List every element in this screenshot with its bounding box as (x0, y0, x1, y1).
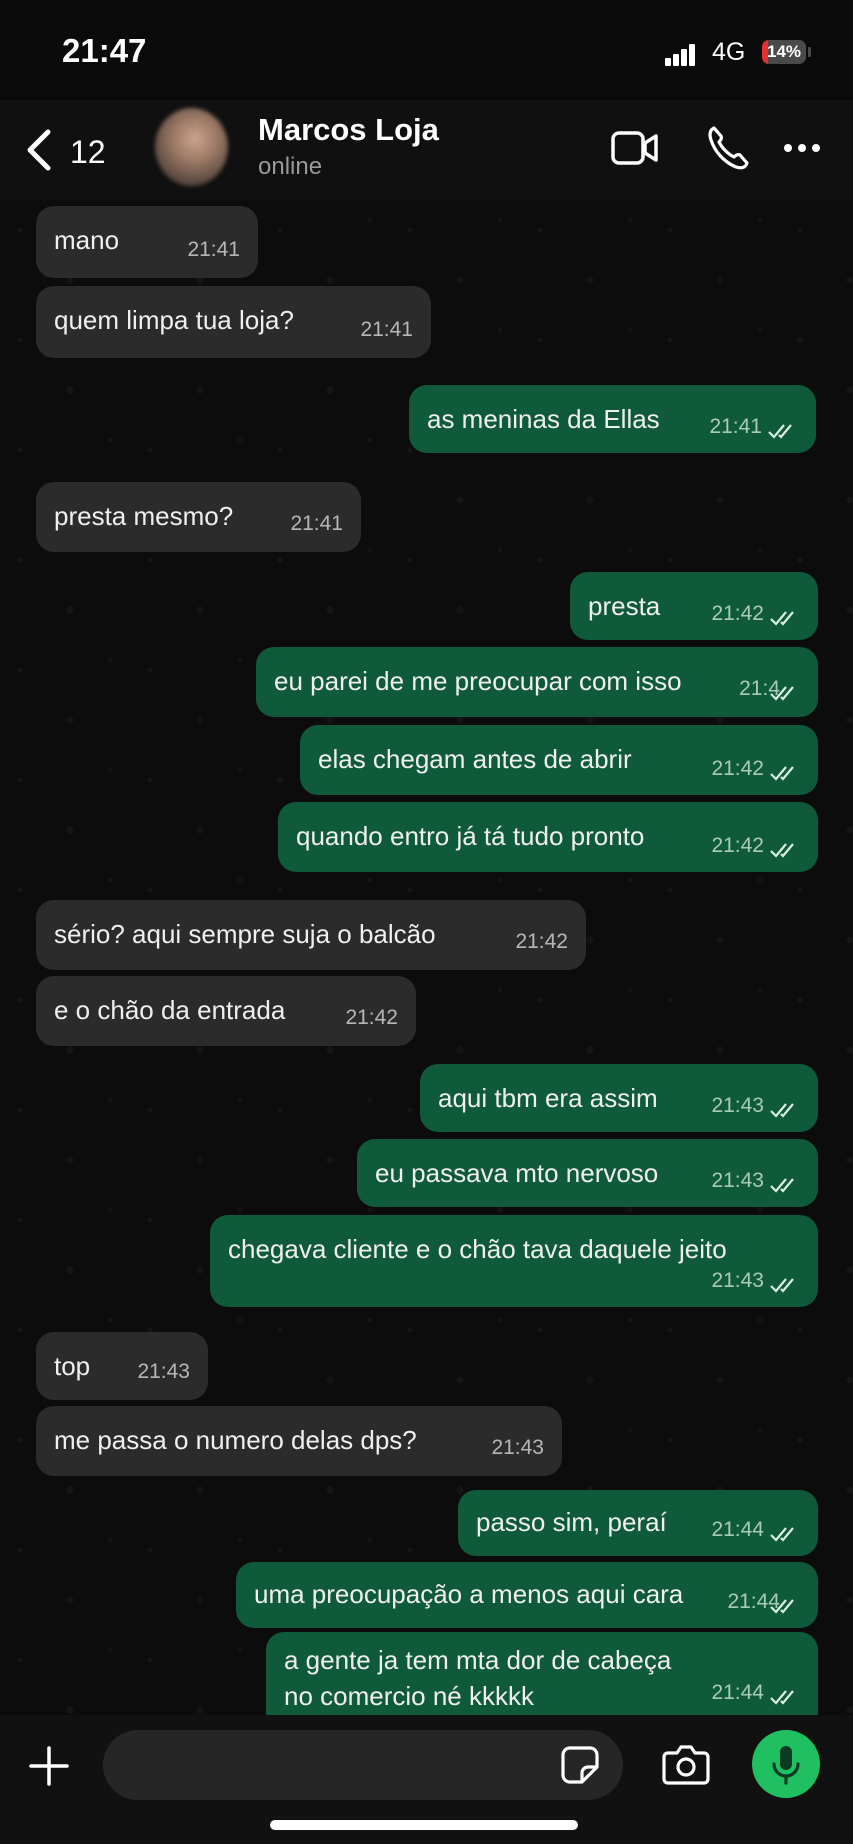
message-text: chegava cliente e o chão tava daquele je… (228, 1234, 727, 1264)
message-text: as meninas da Ellas (427, 404, 660, 434)
message-time: 21:41 (360, 318, 413, 341)
plus-icon[interactable] (28, 1745, 70, 1787)
message-text: mano (54, 225, 120, 255)
message-time: 21:42 (711, 834, 764, 857)
double-check-icon (770, 1527, 794, 1542)
message-bubble[interactable]: me passa o numero delas dps? 21:43 (36, 1406, 562, 1476)
chat-header: 12 Marcos Loja online (0, 100, 853, 200)
message-bubble[interactable]: top 21:43 (36, 1332, 208, 1400)
message-bubble[interactable]: quem limpa tua loja? 21:41 (36, 286, 431, 358)
message-text: e o chão da entrada (54, 995, 286, 1025)
message-time: 21:44 (711, 1681, 764, 1704)
home-indicator (270, 1820, 578, 1830)
message-text: top (54, 1351, 91, 1381)
double-check-icon (768, 424, 792, 439)
message-time: 21:44 (711, 1518, 764, 1541)
double-check-icon (770, 611, 794, 626)
message-text: eu parei de me preocupar com isso (274, 666, 682, 696)
message-time: 21:42 (711, 602, 764, 625)
message-text-line2: no comercio né kkkkk (284, 1681, 534, 1711)
message-time: 21:43 (711, 1169, 764, 1192)
sticker-icon[interactable] (560, 1745, 600, 1785)
message-bubble[interactable]: aqui tbm era assim 21:43 (420, 1064, 818, 1132)
message-text: elas chegam antes de abrir (318, 744, 632, 774)
message-bubble[interactable]: quando entro já tá tudo pronto 21:42 (278, 802, 818, 872)
message-input[interactable] (103, 1730, 623, 1800)
battery-tip (808, 47, 811, 57)
double-check-icon (770, 1599, 794, 1614)
message-bubble[interactable]: sério? aqui sempre suja o balcão 21:42 (36, 900, 586, 970)
message-text: sério? aqui sempre suja o balcão (54, 919, 436, 949)
back-button[interactable]: 12 (18, 120, 118, 180)
message-text: presta mesmo? (54, 501, 234, 531)
double-check-icon (770, 1690, 794, 1705)
message-time: 21:43 (711, 1094, 764, 1117)
message-bubble[interactable]: as meninas da Ellas 21:41 (409, 385, 816, 453)
message-text: a gente ja tem mta dor de cabeça (284, 1645, 672, 1675)
battery-percent: 14% (766, 42, 802, 61)
double-check-icon (770, 1278, 794, 1293)
double-check-icon (770, 766, 794, 781)
contact-status: online (258, 153, 323, 180)
chevron-left-icon (27, 129, 51, 171)
message-time: 21:42 (711, 757, 764, 780)
network-type: 4G (712, 38, 746, 66)
unread-count: 12 (70, 134, 106, 170)
message-time: 21:43 (491, 1436, 544, 1459)
mic-button[interactable] (752, 1730, 820, 1798)
camera-icon[interactable] (662, 1743, 710, 1785)
message-bubble[interactable]: uma preocupação a menos aqui cara 21:44 (236, 1562, 818, 1628)
message-bubble[interactable]: passo sim, peraí 21:44 (458, 1490, 818, 1556)
status-bar: 21:47 4G 14% (0, 0, 853, 100)
message-time: 21:43 (711, 1269, 764, 1292)
message-text: presta (588, 591, 661, 621)
message-bubble[interactable]: elas chegam antes de abrir 21:42 (300, 725, 818, 795)
more-icon[interactable] (782, 142, 822, 154)
message-bubble[interactable]: e o chão da entrada 21:42 (36, 976, 416, 1046)
mic-icon (772, 1746, 800, 1785)
message-bubble[interactable]: eu parei de me preocupar com isso 21:4 (256, 647, 818, 717)
message-bubble[interactable]: presta mesmo? 21:41 (36, 482, 361, 552)
status-time: 21:47 (62, 32, 147, 69)
signal-icon (665, 42, 697, 66)
message-time: 21:41 (290, 512, 343, 535)
battery-icon: 14% (762, 40, 806, 64)
message-time: 21:42 (345, 1006, 398, 1029)
message-time: 21:41 (709, 415, 762, 438)
message-text: uma preocupação a menos aqui cara (254, 1579, 684, 1609)
contact-name[interactable]: Marcos Loja (258, 112, 439, 148)
message-bubble[interactable]: a gente ja tem mta dor de cabeça no come… (266, 1632, 818, 1715)
message-time: 21:42 (515, 930, 568, 953)
phone-icon[interactable] (706, 124, 750, 172)
message-text: quem limpa tua loja? (54, 305, 294, 335)
double-check-icon (770, 843, 794, 858)
message-bubble[interactable]: presta 21:42 (570, 572, 818, 640)
message-text: aqui tbm era assim (438, 1083, 658, 1113)
message-text: passo sim, peraí (476, 1507, 667, 1537)
message-bubble[interactable]: eu passava mto nervoso 21:43 (357, 1139, 818, 1207)
double-check-icon (770, 1178, 794, 1193)
double-check-icon (770, 1103, 794, 1118)
avatar[interactable] (155, 108, 228, 186)
message-time: 21:43 (137, 1360, 190, 1383)
double-check-icon (770, 686, 794, 701)
message-text: me passa o numero delas dps? (54, 1425, 417, 1455)
message-bubble[interactable]: chegava cliente e o chão tava daquele je… (210, 1215, 818, 1307)
message-text: quando entro já tá tudo pronto (296, 821, 645, 851)
message-text: eu passava mto nervoso (375, 1158, 659, 1188)
video-call-icon[interactable] (610, 128, 660, 168)
message-time: 21:41 (187, 238, 240, 261)
message-bubble[interactable]: mano 21:41 (36, 206, 258, 278)
